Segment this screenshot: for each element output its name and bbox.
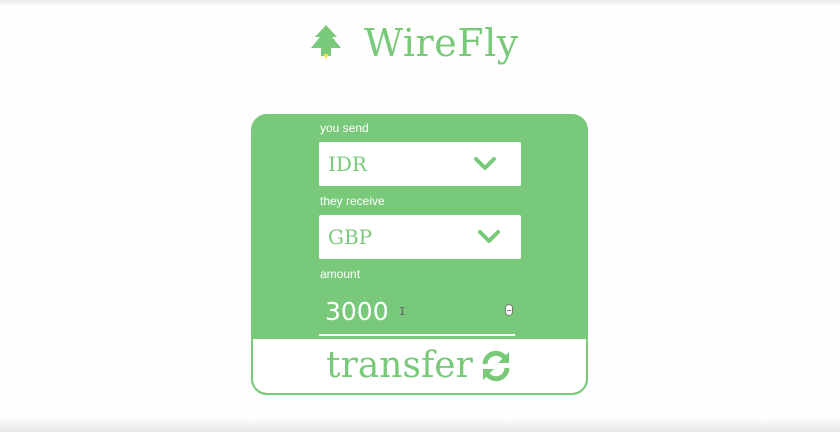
refresh-icon	[482, 350, 510, 382]
receive-currency-value: GBP	[328, 225, 373, 249]
receive-currency-label: they receive	[320, 194, 385, 208]
amount-input[interactable]	[325, 292, 495, 330]
send-currency-select[interactable]: IDR	[319, 142, 521, 186]
bottom-shadow	[0, 418, 840, 432]
tree-logo-icon	[311, 25, 341, 59]
send-currency-value: IDR	[328, 152, 367, 176]
brand-header: WireFly	[306, 20, 519, 66]
text-cursor-icon: I	[399, 305, 406, 318]
receive-currency-select[interactable]: GBP	[319, 215, 521, 259]
top-shadow	[0, 0, 840, 6]
transfer-button[interactable]: transfer	[253, 339, 586, 393]
chevron-down-icon	[474, 157, 496, 170]
number-spinner-icon[interactable]	[505, 304, 513, 316]
brand-name: WireFly	[364, 21, 519, 65]
transfer-button-label: transfer	[326, 344, 473, 386]
send-currency-label: you send	[320, 121, 369, 135]
chevron-down-icon	[478, 230, 500, 243]
amount-field: I	[319, 288, 515, 336]
amount-label: amount	[320, 267, 361, 281]
transfer-form-card: you send IDR they receive GBP amount I t…	[251, 114, 588, 395]
wirefly-page: WireFly you send IDR they receive GBP am…	[0, 0, 840, 432]
